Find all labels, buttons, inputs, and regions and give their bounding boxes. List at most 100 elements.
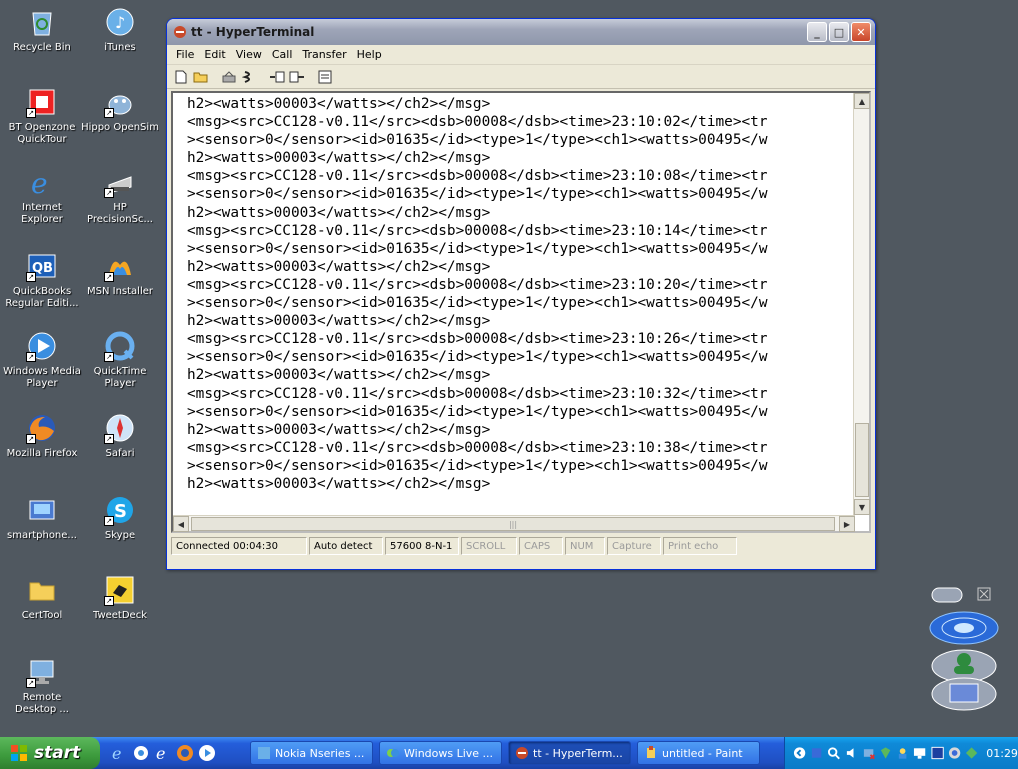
scroll-right-button[interactable]: ▶	[839, 516, 855, 532]
smartphone-icon	[26, 494, 58, 526]
desktop-icon-label: MSN Installer	[86, 286, 153, 297]
desktop-icon-skype[interactable]: S ↗ Skype	[80, 494, 160, 542]
search-icon[interactable]	[827, 746, 841, 760]
desktop-icon-firefox[interactable]: ↗ Mozilla Firefox	[2, 412, 82, 460]
menu-transfer[interactable]: Transfer	[297, 48, 351, 61]
bluetooth-icon[interactable]	[810, 746, 823, 760]
gadget-control-bar[interactable]	[931, 587, 991, 603]
terminal-line: <msg><src>CC128-v0.11</src><dsb>00008</d…	[187, 168, 768, 185]
desktop-icon-hippo-opensim[interactable]: ↗ Hippo OpenSim	[80, 86, 160, 134]
speaker-icon[interactable]	[845, 746, 858, 760]
taskbar-item[interactable]: Nokia Nseries ...	[250, 741, 373, 765]
update-icon[interactable]	[965, 746, 978, 760]
user-icon[interactable]	[896, 746, 909, 760]
taskbar-item[interactable]: untitled - Paint	[637, 741, 760, 765]
desktop-icon-label: Skype	[104, 530, 136, 541]
status-settings: 57600 8-N-1	[385, 537, 459, 555]
terminal-line: ><sensor>0</sensor><id>01635</id><type>1…	[187, 132, 768, 149]
desktop-icon-hp-precisionscan[interactable]: ↗ HP PrecisionSc...	[80, 166, 160, 226]
status-bar: Connected 00:04:30 Auto detect 57600 8-N…	[171, 535, 871, 557]
status-connected: Connected 00:04:30	[171, 537, 307, 555]
desktop-icon-label: BT Openzone QuickTour	[8, 122, 76, 145]
itunes-icon: ♪	[104, 6, 136, 38]
scroll-up-button[interactable]: ▲	[854, 93, 870, 109]
desktop-icon-smartphone[interactable]: smartphone...	[2, 494, 82, 542]
internet-explorer-icon[interactable]: e	[154, 744, 172, 762]
taskbar-item-active[interactable]: tt - HyperTerm...	[508, 741, 631, 765]
svg-text:S: S	[114, 501, 127, 522]
start-button[interactable]: start	[0, 737, 100, 769]
gadget-user-icon[interactable]	[931, 649, 997, 683]
outlook-icon[interactable]	[132, 744, 150, 762]
hyperterminal-window: tt - HyperTerminal _ □ ✕ File Edit View …	[166, 18, 876, 570]
disconnect-icon[interactable]	[239, 68, 259, 86]
monitor-icon[interactable]	[913, 746, 926, 760]
gadget-target-icon[interactable]	[929, 611, 999, 645]
properties-icon[interactable]	[315, 68, 335, 86]
vertical-scroll-thumb[interactable]	[855, 423, 869, 497]
windows-flag-icon	[11, 745, 27, 761]
hyperterminal-icon	[174, 26, 186, 38]
terminal-line: <msg><src>CC128-v0.11</src><dsb>00008</d…	[187, 222, 768, 239]
firefox-icon[interactable]	[176, 744, 194, 762]
taskbar-item[interactable]: Windows Live ...	[379, 741, 502, 765]
security-icon[interactable]	[879, 746, 892, 760]
gadget-home-icon[interactable]	[931, 677, 997, 711]
close-button[interactable]: ✕	[851, 22, 871, 42]
menu-edit[interactable]: Edit	[199, 48, 230, 61]
horizontal-scrollbar[interactable]: ◀ ||| ▶	[173, 515, 855, 532]
terminal-area[interactable]: h2><watts>00003</watts></ch2></msg> <msg>…	[171, 91, 871, 533]
network-warning-icon[interactable]	[862, 746, 875, 760]
desktop-icon-label: iTunes	[104, 42, 136, 53]
window-titlebar[interactable]: tt - HyperTerminal _ □ ✕	[167, 19, 875, 45]
windows-live-icon	[387, 749, 399, 757]
desktop-icon-certtool[interactable]: CertTool	[2, 574, 82, 622]
desktop-icon-label: CertTool	[21, 610, 63, 621]
status-capture: Capture	[607, 537, 661, 555]
internet-explorer-icon: e	[26, 166, 58, 198]
menu-view[interactable]: View	[231, 48, 267, 61]
vertical-scrollbar[interactable]: ▲ ▼	[853, 93, 870, 515]
send-icon[interactable]	[267, 68, 287, 86]
menu-help[interactable]: Help	[352, 48, 387, 61]
desktop-icon-bt-openzone[interactable]: ↗ BT Openzone QuickTour	[2, 86, 82, 146]
antivirus-icon[interactable]	[948, 746, 961, 760]
msn-icon: ↗	[104, 250, 136, 282]
desktop-icon-internet-explorer[interactable]: e Internet Explorer	[2, 166, 82, 226]
maximize-button[interactable]: □	[829, 22, 849, 42]
display-icon[interactable]	[931, 746, 944, 760]
desktop-icon-msn-installer[interactable]: ↗ MSN Installer	[80, 250, 160, 298]
scroll-left-button[interactable]: ◀	[173, 516, 189, 532]
menu-file[interactable]: File	[171, 48, 199, 61]
desktop-icon-remote-desktop[interactable]: ↗ Remote Desktop ...	[2, 656, 82, 716]
horizontal-scroll-thumb[interactable]: |||	[191, 517, 835, 531]
desktop-icon-safari[interactable]: ↗ Safari	[80, 412, 160, 460]
desktop-icon-label: smartphone...	[7, 530, 77, 541]
desktop-icon-itunes[interactable]: ♪ iTunes	[80, 6, 160, 54]
terminal-line: ><sensor>0</sensor><id>01635</id><type>1…	[187, 403, 768, 420]
terminal-line: ><sensor>0</sensor><id>01635</id><type>1…	[187, 457, 768, 474]
windows-media-player-icon[interactable]	[198, 744, 216, 762]
open-icon[interactable]	[191, 68, 211, 86]
receive-icon[interactable]	[287, 68, 307, 86]
desktop-icon-windows-media-player[interactable]: ↗ Windows Media Player	[0, 330, 84, 390]
svg-text:e: e	[112, 744, 121, 762]
connect-icon[interactable]	[219, 68, 239, 86]
back-arrow-icon[interactable]	[793, 746, 806, 760]
system-tray: 01:29	[784, 737, 1018, 769]
desktop-icon-recycle-bin[interactable]: Recycle Bin	[2, 6, 82, 54]
terminal-line: <msg><src>CC128-v0.11</src><dsb>00008</d…	[187, 385, 768, 402]
desktop-icon-quicktime[interactable]: ↗ QuickTime Player	[80, 330, 160, 390]
clock[interactable]: 01:29	[986, 747, 1018, 760]
internet-explorer-icon[interactable]: e	[110, 744, 128, 762]
terminal-output[interactable]: h2><watts>00003</watts></ch2></msg> <msg>…	[187, 95, 853, 515]
desktop-icon-tweetdeck[interactable]: ↗ TweetDeck	[80, 574, 160, 622]
desktop-icon-quickbooks[interactable]: QB ↗ QuickBooks Regular Editi...	[0, 250, 84, 310]
new-icon[interactable]	[171, 68, 191, 86]
scroll-down-button[interactable]: ▼	[854, 499, 870, 515]
terminal-line: ><sensor>0</sensor><id>01635</id><type>1…	[187, 349, 768, 366]
skype-icon: S ↗	[104, 494, 136, 526]
firefox-icon: ↗	[26, 412, 58, 444]
minimize-button[interactable]: _	[807, 22, 827, 42]
menu-call[interactable]: Call	[267, 48, 298, 61]
